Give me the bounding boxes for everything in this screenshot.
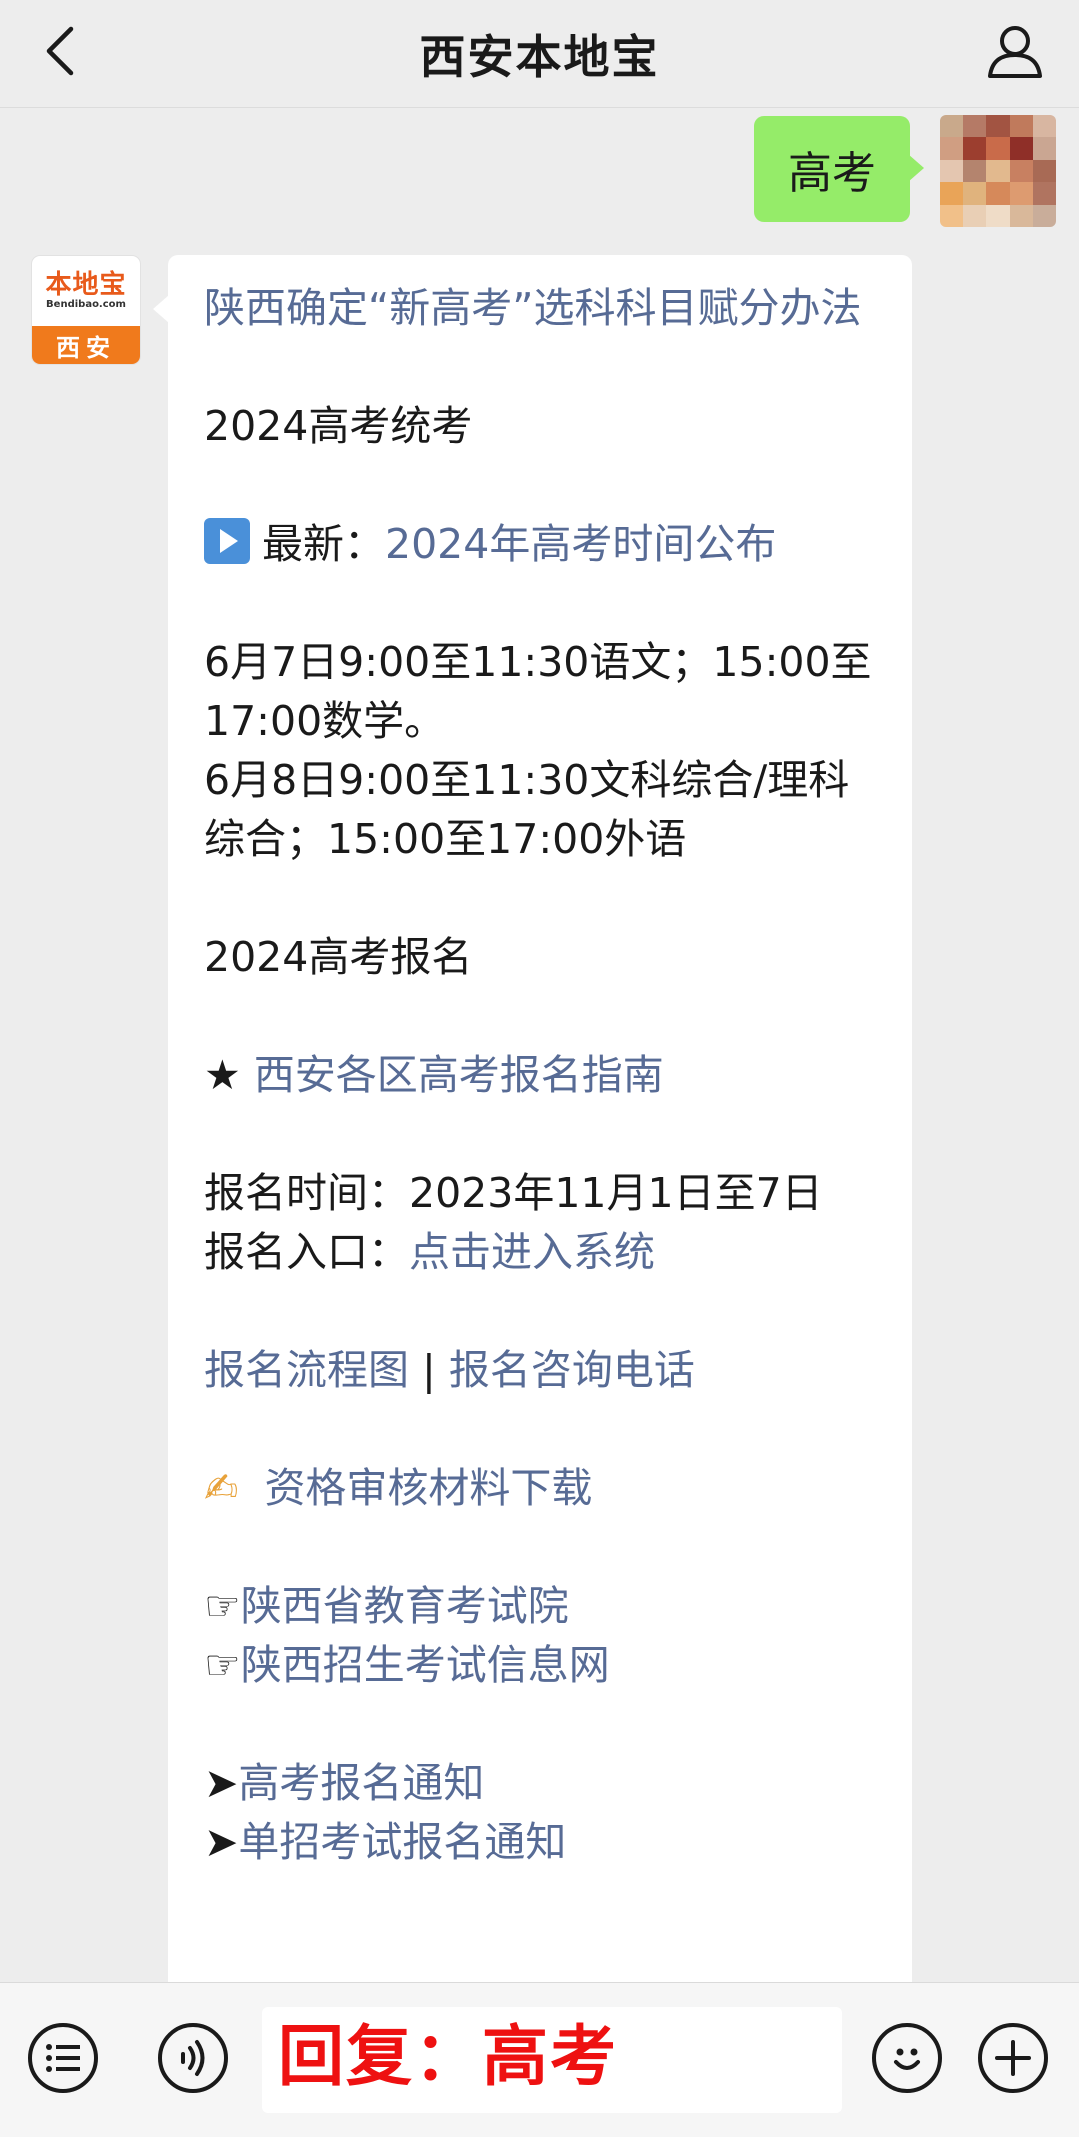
admission-info-network-link[interactable]: 陕西招生考试信息网 [241, 1641, 610, 1689]
schedule-day1: 6月7日9:00至11:30语文；15:00至17:00数学。 [204, 638, 872, 745]
voice-button[interactable] [158, 2023, 228, 2093]
more-button[interactable] [978, 2023, 1048, 2093]
play-icon [204, 518, 250, 564]
pointing-hand-icon: ☞ [204, 1641, 241, 1689]
exam-time-link[interactable]: 2024年高考时间公布 [385, 520, 776, 568]
section-heading-exam: 2024高考统考 [204, 402, 473, 450]
list-icon [46, 2044, 80, 2072]
registration-time: 报名时间：2023年11月1日至7日 [204, 1169, 823, 1217]
arrow-icon: ➤ [204, 1818, 239, 1866]
menu-button[interactable] [28, 2023, 98, 2093]
section-heading-registration: 2024高考报名 [204, 933, 473, 981]
registration-entry-label: 报名入口： [204, 1228, 409, 1276]
separator: | [422, 1346, 436, 1394]
page-title: 西安本地宝 [419, 29, 660, 84]
star-icon: ★ [204, 1051, 241, 1099]
latest-label: 最新： [262, 520, 385, 568]
incoming-message-bubble: 陕西确定“新高考”选科科目赋分办法 2024高考统考 最新：2024年高考时间公… [153, 255, 912, 2015]
single-exam-notice-link[interactable]: 单招考试报名通知 [238, 1818, 566, 1866]
logo-text: 本地宝 [45, 270, 127, 300]
input-text: 回复：高考 [278, 2018, 618, 2095]
emoji-icon [894, 2048, 920, 2070]
plus-icon [995, 2040, 1031, 2076]
logo-subtext: Bendibao.com [46, 299, 126, 310]
registration-notice-link[interactable]: 高考报名通知 [238, 1759, 484, 1807]
profile-button[interactable] [975, 12, 1055, 92]
official-account-avatar[interactable]: 本地宝 Bendibao.com 西安 [32, 256, 140, 364]
message-content: 陕西确定“新高考”选科科目赋分办法 2024高考统考 最新：2024年高考时间公… [204, 279, 888, 1872]
schedule-day2: 6月8日9:00至11:30文科综合/理科综合；15:00至17:00外语 [204, 756, 850, 863]
voice-icon [181, 2040, 205, 2076]
materials-download-link[interactable]: 资格审核材料下载 [264, 1464, 592, 1512]
user-icon [988, 26, 1042, 78]
logo-city: 西安 [32, 326, 140, 364]
top-bar: 西安本地宝 [0, 0, 1079, 108]
new-gaokao-scoring-link[interactable]: 陕西确定“新高考”选科科目赋分办法 [204, 284, 861, 332]
emoji-button[interactable] [872, 2023, 942, 2093]
writing-hand-icon: ✍ [204, 1464, 239, 1512]
outgoing-message-bubble[interactable]: 高考 [754, 116, 924, 222]
pointing-hand-icon: ☞ [204, 1582, 241, 1630]
bendibao-logo: 本地宝 Bendibao.com [32, 256, 140, 326]
outgoing-message-text: 高考 [788, 148, 876, 199]
education-exam-institute-link[interactable]: 陕西省教育考试院 [241, 1582, 569, 1630]
flowchart-link[interactable]: 报名流程图 [204, 1346, 409, 1394]
arrow-icon: ➤ [204, 1759, 239, 1807]
consult-phone-link[interactable]: 报名咨询电话 [449, 1346, 695, 1394]
bottom-bar: 回复：高考 [0, 1982, 1079, 2137]
message-input[interactable]: 回复：高考 [262, 2007, 842, 2113]
enter-system-link[interactable]: 点击进入系统 [409, 1228, 655, 1276]
district-guide-link[interactable]: 西安各区高考报名指南 [254, 1051, 664, 1099]
user-avatar[interactable] [940, 115, 1056, 227]
